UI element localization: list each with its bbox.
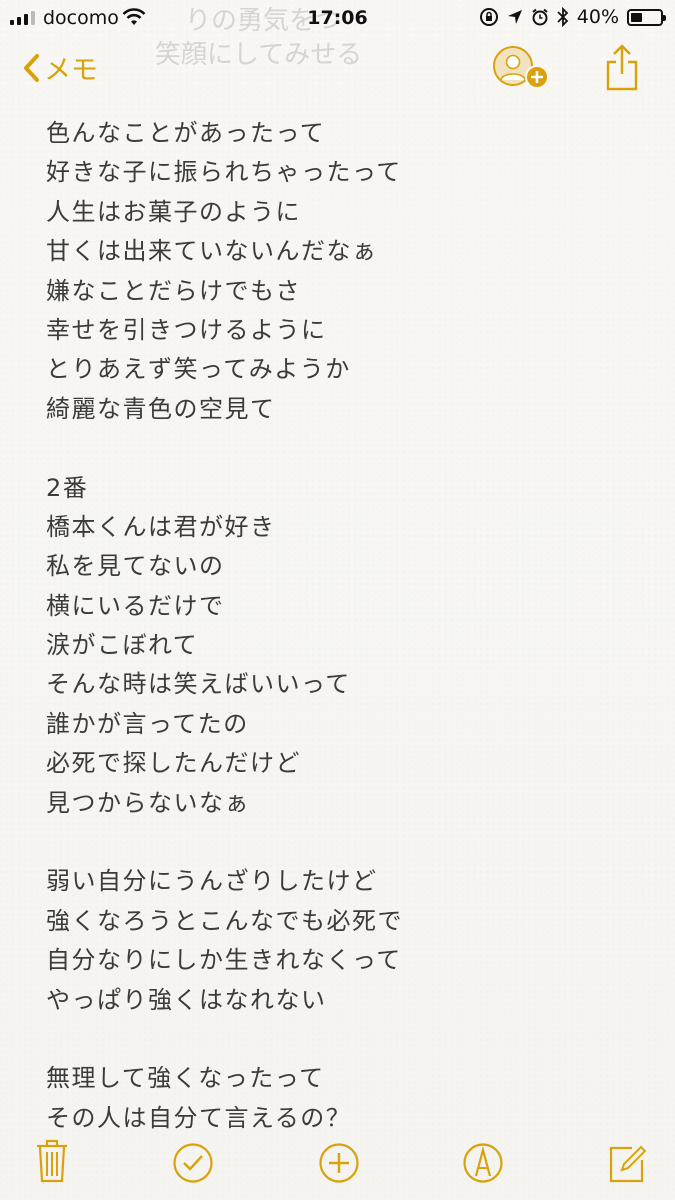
note-line: 見つからないなぁ xyxy=(46,788,250,817)
note-line: 幸せを引きつけるように xyxy=(46,315,327,344)
add-button[interactable] xyxy=(318,1142,360,1188)
battery-percent: 40% xyxy=(576,6,619,28)
compose-icon xyxy=(609,1145,647,1183)
note-line: そんな時は笑えばいいって xyxy=(46,670,351,699)
ghost-line-2: 笑顔にしてみせる xyxy=(155,40,363,70)
note-line: 横にいるだけで xyxy=(46,591,225,620)
chevron-left-icon xyxy=(24,53,39,82)
share-button[interactable] xyxy=(604,44,640,96)
add-person-icon xyxy=(493,46,549,89)
note-line: 好きな子に振られちゃったって xyxy=(46,158,402,187)
note-line: 自分なりにしか生きれなくって xyxy=(46,946,402,975)
share-icon xyxy=(606,44,638,91)
note-line: やっぱり強くはなれない xyxy=(46,985,327,1014)
checklist-button[interactable] xyxy=(172,1142,214,1188)
compose-button[interactable] xyxy=(608,1144,648,1188)
markup-button[interactable] xyxy=(462,1142,504,1188)
bottom-toolbar xyxy=(0,1128,675,1200)
status-bar: docomo 17:06 40% xyxy=(0,0,675,36)
note-line: 強くなろうとこんなでも必死で xyxy=(46,906,403,935)
location-icon xyxy=(507,10,522,24)
note-line xyxy=(46,1020,646,1059)
note-line: 橋本くんは君が好き xyxy=(46,512,276,541)
note-line: 誰かが言ってたの xyxy=(46,709,249,738)
note-line: 2番 xyxy=(46,473,89,502)
note-line: 無理して強くなったって xyxy=(46,1064,325,1093)
note-line: 人生はお菓子のように xyxy=(46,197,301,226)
note-line: 嫌なことだらけでもさ xyxy=(46,276,301,305)
battery-icon xyxy=(627,8,666,26)
note-line: 綺麗な青色の空見て xyxy=(46,394,276,423)
note-body[interactable]: 色んなことがあったって好きな子に振られちゃったって 人生はお菓子のように甘くは出来… xyxy=(46,114,646,1130)
note-line: 甘くは出来ていないんだなぁ xyxy=(46,237,378,266)
note-line xyxy=(46,823,646,862)
rotation-lock-icon xyxy=(479,8,498,26)
note-line: 涙がこぼれて xyxy=(46,631,199,660)
add-people-button[interactable] xyxy=(493,46,551,96)
note-line: とりあえず笑ってみようか xyxy=(46,355,351,384)
bluetooth-icon xyxy=(557,7,569,27)
note-line: 弱い自分にうんざりしたけど xyxy=(46,867,378,896)
note-line: 必死で探したんだけど xyxy=(46,749,301,778)
note-line: 色んなことがあったって xyxy=(46,119,326,147)
alarm-icon xyxy=(532,8,548,26)
trash-icon xyxy=(37,1139,67,1183)
checklist-icon xyxy=(173,1143,213,1183)
note-line: 私を見てないの xyxy=(46,552,225,581)
add-icon xyxy=(319,1143,359,1183)
back-button[interactable]: メモ xyxy=(22,48,98,87)
note-line: その人は自分て言えるの？ xyxy=(46,1103,352,1130)
note-line xyxy=(46,429,646,468)
back-button-label: メモ xyxy=(44,55,98,86)
markup-icon xyxy=(463,1143,503,1183)
delete-button[interactable] xyxy=(34,1138,70,1188)
